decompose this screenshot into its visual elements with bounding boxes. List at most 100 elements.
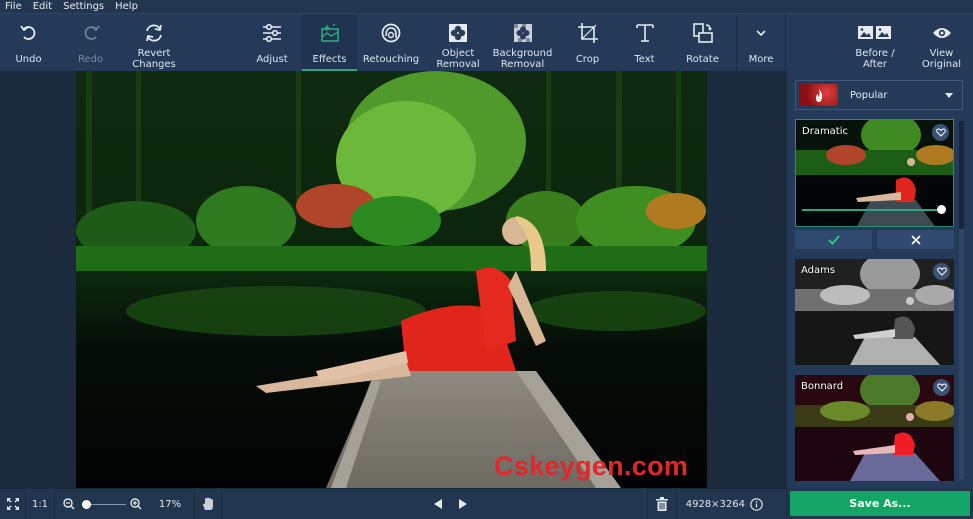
pan-tool-button[interactable] [195, 489, 221, 519]
photo-canvas[interactable]: Cskeygen.com [76, 71, 707, 488]
trash-icon [656, 497, 668, 511]
watermark-text: Cskeygen.com [494, 451, 689, 481]
hand-icon [203, 497, 213, 510]
crop-label: Crop [575, 53, 600, 65]
toolbar: Undo Redo Revert Changes Adjust Effects R… [0, 13, 973, 71]
effect-card-dramatic[interactable]: Dramatic [795, 119, 954, 227]
intensity-slider-handle[interactable] [937, 205, 946, 214]
zoom-out-icon [63, 498, 75, 510]
favorite-heart-icon[interactable] [932, 124, 949, 141]
check-icon [827, 234, 840, 245]
text-icon [635, 24, 654, 42]
expand-icon [6, 498, 19, 510]
close-icon [910, 234, 921, 245]
retouching-label: Retouching [362, 53, 420, 65]
status-divider [54, 488, 55, 519]
workspace-left [0, 71, 76, 488]
before-after-button[interactable]: Before / After [848, 14, 902, 71]
info-icon [749, 497, 763, 511]
text-label: Text [634, 53, 655, 65]
undo-label: Undo [15, 53, 42, 65]
adjust-sliders-icon [263, 23, 281, 43]
menu-file[interactable]: File [0, 0, 28, 13]
delete-button[interactable] [648, 489, 676, 519]
menu-edit[interactable]: Edit [28, 0, 58, 13]
zoom-out-button[interactable] [58, 489, 80, 519]
undo-button[interactable]: Undo [0, 14, 57, 71]
chevron-down-icon [756, 30, 766, 37]
arrow-right-icon [458, 499, 467, 509]
workspace-right [707, 71, 786, 488]
adjust-tab[interactable]: Adjust [243, 14, 301, 71]
effects-category-dropdown[interactable]: Popular [795, 80, 963, 110]
apply-effect-button[interactable] [795, 230, 872, 249]
zoom-in-button[interactable] [126, 489, 146, 519]
revert-icon [146, 24, 162, 42]
effect-name: Dramatic [802, 126, 849, 137]
effects-sparkle-icon [320, 24, 339, 42]
background-removal-tab[interactable]: Background Removal [490, 14, 555, 71]
actual-size-label: 1:1 [31, 498, 49, 510]
next-image-button[interactable] [450, 489, 474, 519]
effects-label: Effects [312, 53, 347, 65]
rotate-tab[interactable]: Rotate [675, 14, 730, 71]
before-after-label-1: Before / [855, 48, 895, 59]
intensity-slider-track[interactable] [802, 209, 941, 211]
fit-to-screen-button[interactable] [0, 489, 25, 519]
object-removal-label-2: Removal [436, 59, 480, 70]
effects-panel: Popular Dramatic Adams Bonnard [786, 71, 973, 488]
effect-card-bonnard[interactable]: Bonnard [795, 375, 954, 481]
effects-tab[interactable]: Effects [302, 14, 357, 71]
photo-image [76, 71, 707, 488]
crop-tab[interactable]: Crop [560, 14, 615, 71]
status-bar: 1:1 17% 4928×3264 [0, 488, 786, 519]
save-area: Save As... [786, 488, 973, 519]
redo-button[interactable]: Redo [62, 14, 119, 71]
image-dimensions: 4928×3264 [677, 489, 745, 519]
crop-icon [577, 23, 598, 43]
favorite-heart-icon[interactable] [933, 379, 950, 396]
zoom-slider-handle[interactable] [82, 499, 91, 509]
favorite-heart-icon[interactable] [933, 263, 950, 280]
revert-label-1: Revert [137, 48, 171, 59]
photo-editor-window: File Edit Settings Help Undo Redo Revert… [0, 0, 973, 519]
menu-settings[interactable]: Settings [58, 0, 110, 13]
retouching-tab[interactable]: Retouching [358, 14, 424, 71]
category-label: Popular [850, 89, 888, 101]
panel-scrollbar-thumb[interactable] [959, 121, 964, 229]
view-original-button[interactable]: View Original [914, 14, 969, 71]
background-removal-label-2: Removal [500, 59, 545, 70]
effect-name: Adams [801, 265, 836, 276]
view-original-label-1: View [929, 48, 954, 59]
zoom-percent-value: 17% [158, 498, 182, 510]
zoom-in-icon [130, 498, 142, 510]
before-after-icon [858, 26, 891, 39]
effect-card-adams[interactable]: Adams [795, 259, 954, 365]
more-button[interactable]: More [737, 14, 785, 71]
redo-label: Redo [77, 53, 104, 65]
undo-icon [19, 25, 35, 40]
object-removal-icon [449, 24, 467, 42]
panel-scrollbar-track[interactable] [959, 229, 964, 479]
revert-label-2: Changes [132, 59, 176, 70]
zoom-slider[interactable] [80, 489, 126, 519]
cancel-effect-button[interactable] [877, 230, 954, 249]
view-original-label-2: Original [921, 59, 962, 70]
menu-help[interactable]: Help [110, 0, 144, 13]
revert-changes-button[interactable]: Revert Changes [124, 14, 184, 71]
rotate-icon [692, 23, 713, 43]
arrow-left-icon [433, 499, 442, 509]
caret-down-icon [945, 92, 953, 98]
save-as-button[interactable]: Save As... [790, 491, 970, 516]
background-removal-label-1: Background [492, 48, 553, 59]
object-removal-tab[interactable]: Object Removal [427, 14, 489, 71]
effect-name: Bonnard [801, 381, 844, 392]
retouching-face-icon [381, 23, 401, 43]
fire-icon [816, 89, 823, 102]
text-tab[interactable]: Text [617, 14, 672, 71]
image-info-button[interactable] [745, 489, 767, 519]
status-divider [221, 488, 222, 519]
actual-size-button[interactable]: 1:1 [26, 489, 54, 519]
previous-image-button[interactable] [426, 489, 450, 519]
more-label: More [748, 53, 774, 65]
